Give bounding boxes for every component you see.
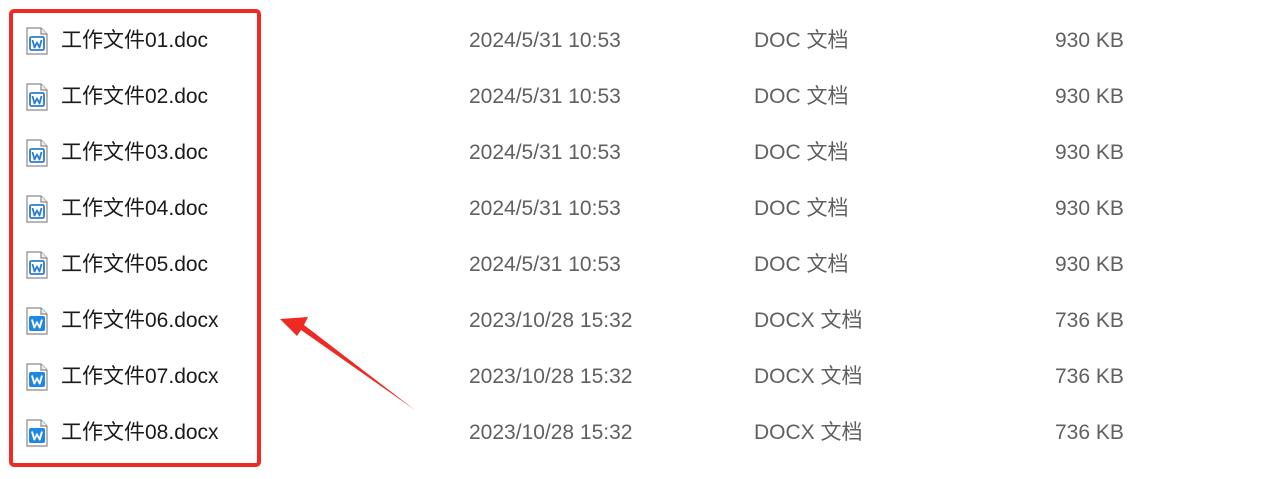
file-row[interactable]: 工作文件04.doc 2024/5/31 10:53 DOC 文档 930 KB [0, 181, 1275, 237]
file-name[interactable]: 工作文件04.doc [61, 195, 208, 223]
file-type: DOCX 文档 [754, 365, 863, 388]
file-date-modified: 2024/5/31 10:53 [469, 29, 621, 52]
file-type: DOCX 文档 [754, 309, 863, 332]
doc-icon [25, 27, 49, 55]
file-row[interactable]: 工作文件07.docx 2023/10/28 15:32 DOCX 文档 736… [0, 349, 1275, 405]
file-type: DOC 文档 [754, 29, 849, 52]
file-date-modified: 2024/5/31 10:53 [469, 141, 621, 164]
file-list: 工作文件01.doc 2024/5/31 10:53 DOC 文档 930 KB… [0, 13, 1275, 461]
file-row[interactable]: 工作文件08.docx 2023/10/28 15:32 DOCX 文档 736… [0, 405, 1275, 461]
docx-icon [25, 363, 49, 391]
file-row[interactable]: 工作文件02.doc 2024/5/31 10:53 DOC 文档 930 KB [0, 69, 1275, 125]
file-row[interactable]: 工作文件01.doc 2024/5/31 10:53 DOC 文档 930 KB [0, 13, 1275, 69]
doc-icon [25, 195, 49, 223]
file-type: DOC 文档 [754, 197, 849, 220]
file-date-modified: 2023/10/28 15:32 [469, 309, 633, 332]
file-name[interactable]: 工作文件08.docx [61, 419, 219, 447]
file-size: 930 KB [1055, 141, 1124, 164]
doc-icon [25, 251, 49, 279]
doc-icon [25, 83, 49, 111]
file-size: 736 KB [1055, 309, 1124, 332]
file-row[interactable]: 工作文件06.docx 2023/10/28 15:32 DOCX 文档 736… [0, 293, 1275, 349]
file-type: DOC 文档 [754, 141, 849, 164]
file-date-modified: 2024/5/31 10:53 [469, 85, 621, 108]
file-size: 930 KB [1055, 197, 1124, 220]
file-row[interactable]: 工作文件03.doc 2024/5/31 10:53 DOC 文档 930 KB [0, 125, 1275, 181]
file-date-modified: 2024/5/31 10:53 [469, 253, 621, 276]
file-name[interactable]: 工作文件01.doc [61, 27, 208, 55]
file-name[interactable]: 工作文件06.docx [61, 307, 219, 335]
doc-icon [25, 139, 49, 167]
file-size: 736 KB [1055, 365, 1124, 388]
file-type: DOC 文档 [754, 253, 849, 276]
file-row[interactable]: 工作文件05.doc 2024/5/31 10:53 DOC 文档 930 KB [0, 237, 1275, 293]
file-name[interactable]: 工作文件03.doc [61, 139, 208, 167]
file-size: 930 KB [1055, 85, 1124, 108]
file-size: 930 KB [1055, 29, 1124, 52]
file-type: DOCX 文档 [754, 421, 863, 444]
file-type: DOC 文档 [754, 85, 849, 108]
file-size: 930 KB [1055, 253, 1124, 276]
file-date-modified: 2023/10/28 15:32 [469, 365, 633, 388]
docx-icon [25, 307, 49, 335]
file-name[interactable]: 工作文件07.docx [61, 363, 219, 391]
file-name[interactable]: 工作文件05.doc [61, 251, 208, 279]
file-date-modified: 2024/5/31 10:53 [469, 197, 621, 220]
file-size: 736 KB [1055, 421, 1124, 444]
file-date-modified: 2023/10/28 15:32 [469, 421, 633, 444]
docx-icon [25, 419, 49, 447]
file-name[interactable]: 工作文件02.doc [61, 83, 208, 111]
